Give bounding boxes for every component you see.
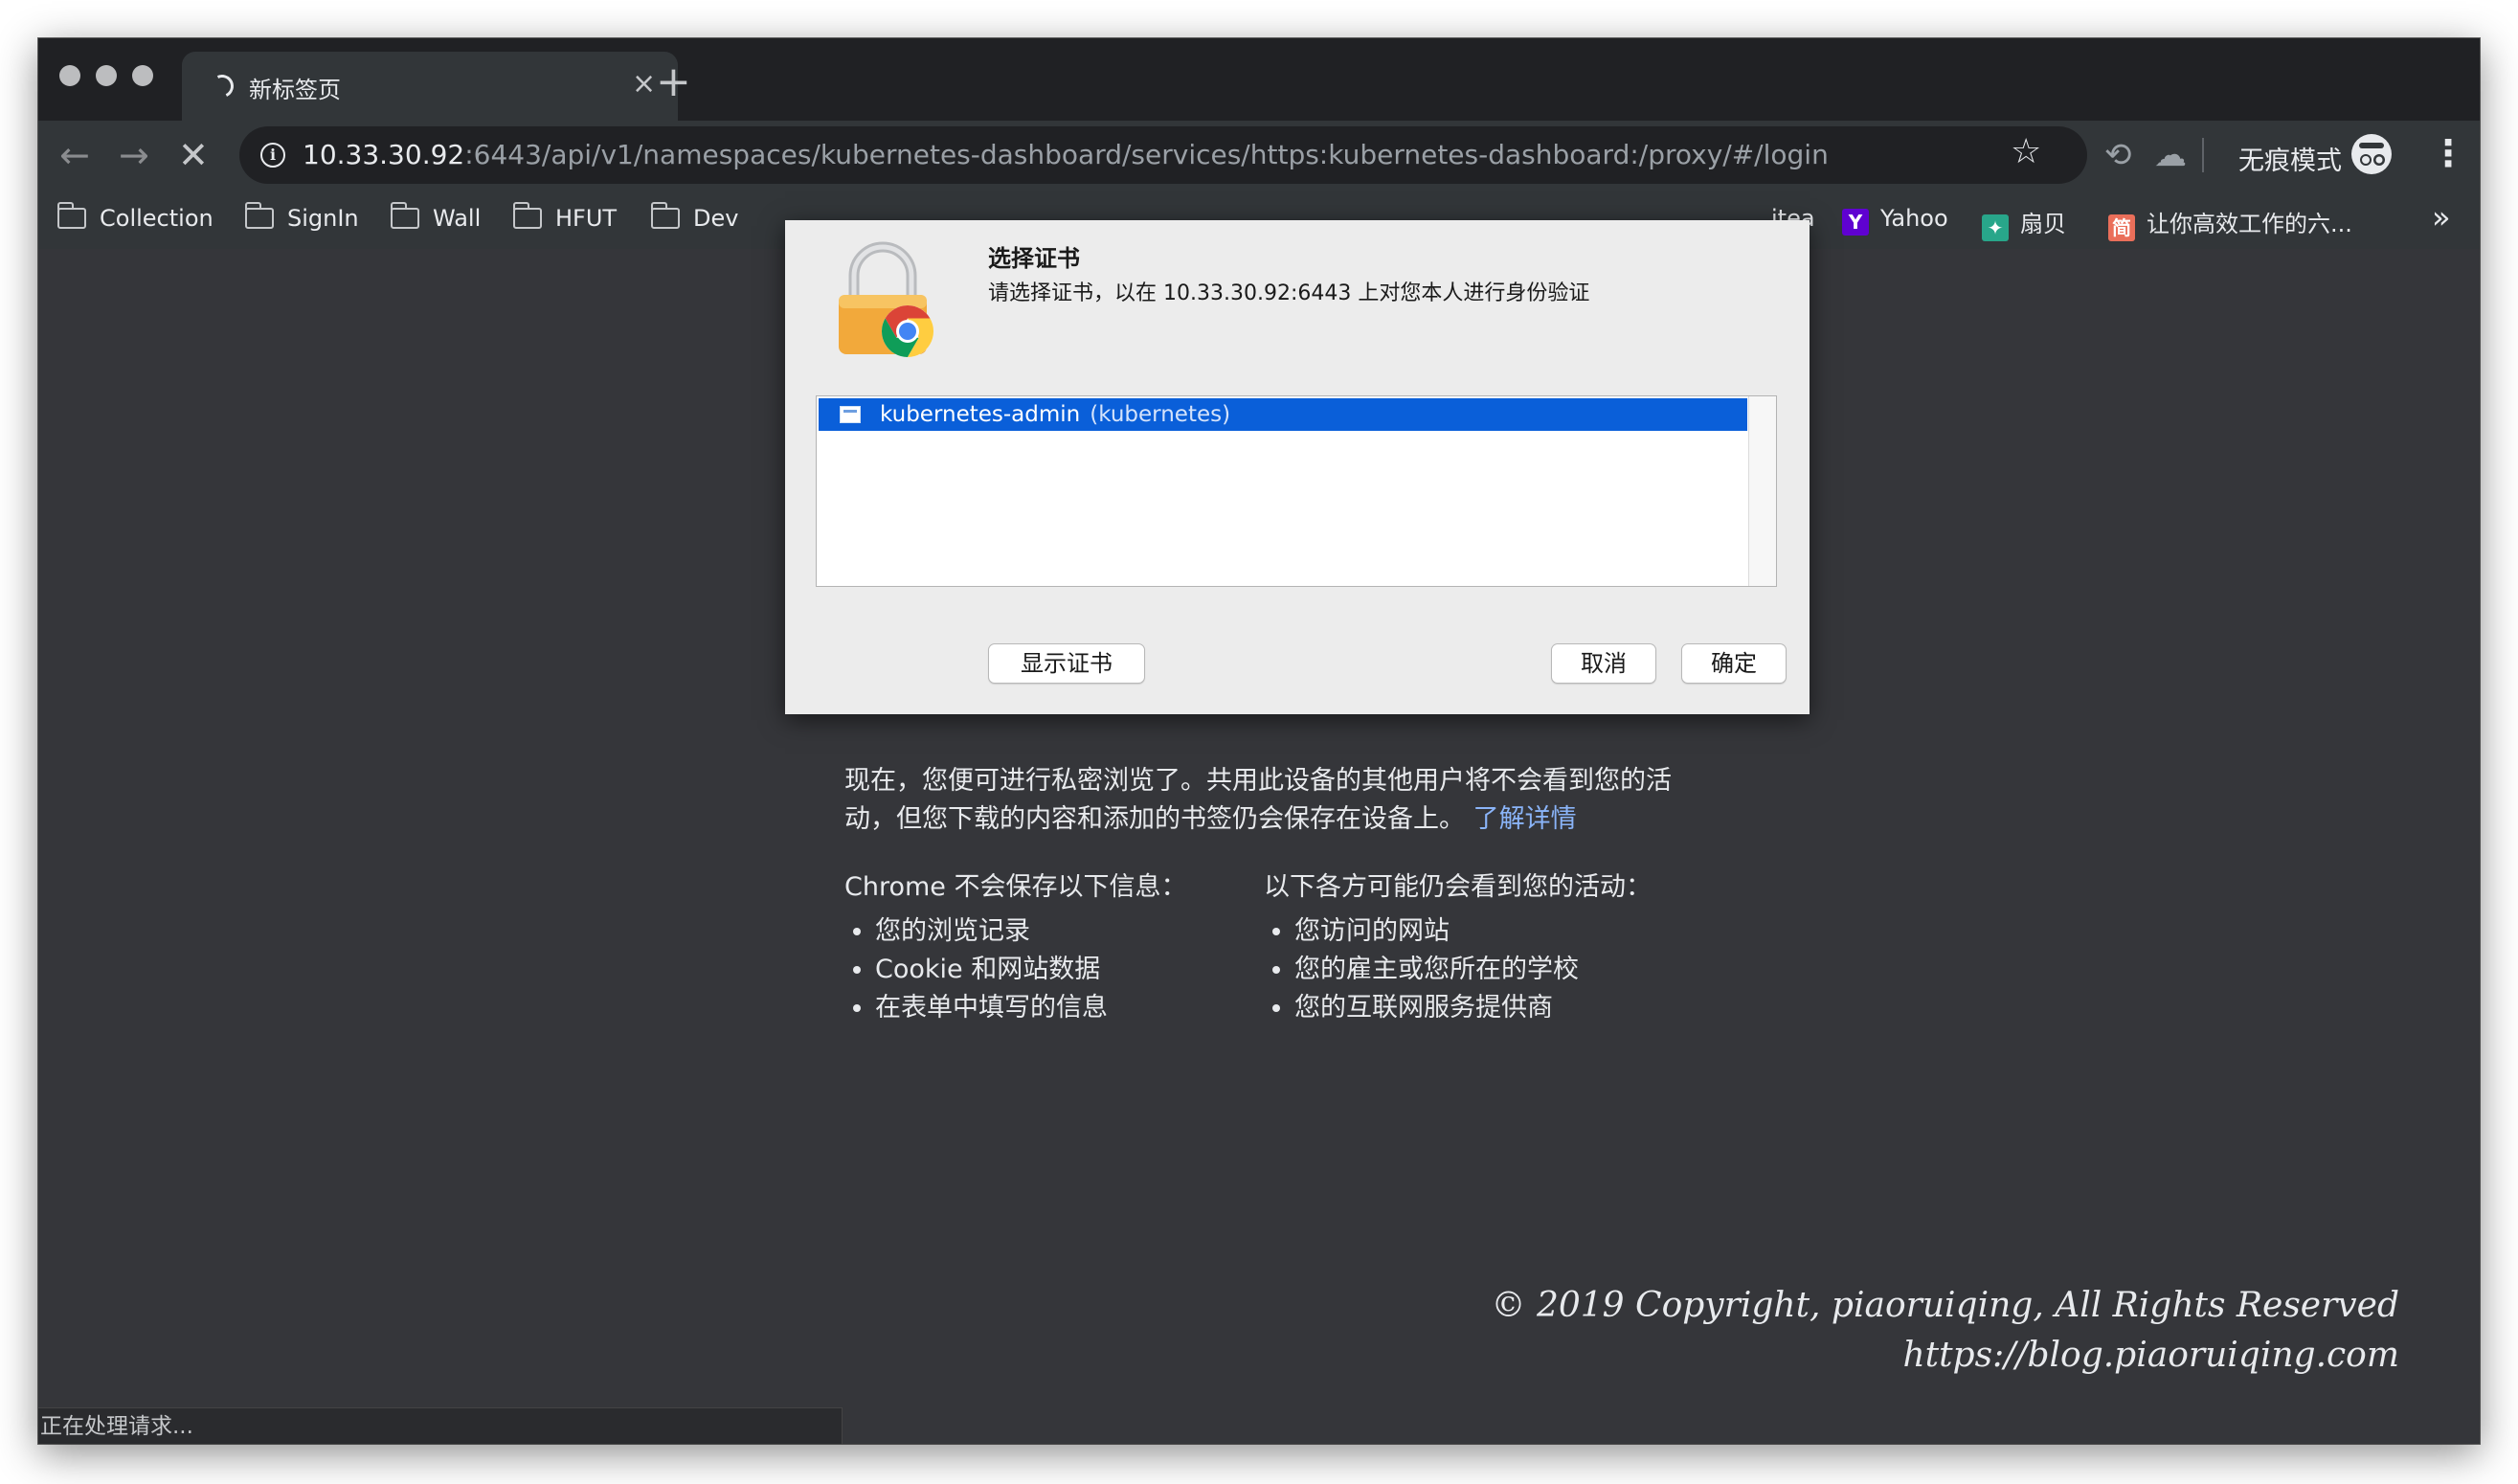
shanbay-icon: ✦ [1982, 214, 2009, 241]
close-tab-icon[interactable]: × [632, 65, 656, 103]
certificate-name: kubernetes-admin [880, 402, 1081, 427]
not-saved-heading: Chrome 不会保存以下信息： [844, 872, 1187, 902]
folder-icon [56, 202, 86, 229]
cancel-button[interactable]: 取消 [1551, 643, 1656, 684]
list-item: 在表单中填写的信息 [875, 989, 1187, 1027]
yahoo-icon: Y [1842, 209, 1869, 236]
tab-new-tab[interactable]: 新标签页 × [182, 52, 678, 121]
select-certificate-dialog: 选择证书 请选择证书，以在 10.33.30.92:6443 上对您本人进行身份… [785, 220, 1810, 714]
list-item: 您的雇主或您所在的学校 [1294, 951, 1652, 989]
folder-icon [390, 202, 419, 229]
site-info-icon[interactable]: i [260, 143, 285, 168]
menu-icon[interactable]: ⋮ [2430, 130, 2466, 176]
bookmark-collection[interactable]: Collection [56, 202, 214, 232]
folder-icon [650, 202, 680, 229]
stop-loading-button[interactable]: ✕ [178, 132, 209, 178]
list-item: 您的浏览记录 [875, 912, 1187, 951]
bookmark-star-icon[interactable]: ☆ [2011, 132, 2041, 171]
jianshu-icon: 简 [2108, 214, 2135, 241]
list-item: 您的互联网服务提供商 [1294, 989, 1652, 1027]
back-button[interactable]: ← [59, 132, 90, 178]
history-icon[interactable]: ⟲ [2104, 134, 2132, 176]
learn-more-link[interactable]: 了解详情 [1473, 804, 1577, 834]
show-certificate-button[interactable]: 显示证书 [988, 643, 1145, 684]
copyright-watermark: © 2019 Copyright, piaoruiqing, All Right… [1491, 1286, 2399, 1375]
dialog-message: 请选择证书，以在 10.33.30.92:6443 上对您本人进行身份验证 [988, 281, 1590, 305]
address-bar[interactable]: i 10.33.30.92:6443/api/v1/namespaces/kub… [239, 126, 2087, 184]
incognito-label[interactable]: 无痕模式 [2238, 140, 2342, 177]
bookmark-hfut[interactable]: HFUT [512, 202, 617, 232]
certificate-list[interactable]: kubernetes-admin (kubernetes) [816, 395, 1777, 587]
folder-icon [512, 202, 542, 229]
visible-heading: 以下各方可能仍会看到您的活动： [1264, 872, 1652, 902]
close-window-button[interactable] [59, 65, 80, 86]
bookmark-shanbay[interactable]: ✦ 扇贝 [1982, 205, 2066, 241]
visible-section: 以下各方可能仍会看到您的活动： 您访问的网站 您的雇主或您所在的学校 您的互联网… [1264, 866, 1652, 1027]
url-text[interactable]: 10.33.30.92:6443/api/v1/namespaces/kuber… [303, 139, 1829, 170]
ok-button[interactable]: 确定 [1681, 643, 1787, 684]
status-bar: 正在处理请求... [38, 1407, 843, 1444]
not-saved-section: Chrome 不会保存以下信息： 您的浏览记录 Cookie 和网站数据 在表单… [844, 866, 1187, 1027]
tab-title: 新标签页 [249, 77, 341, 103]
incognito-icon[interactable] [2351, 134, 2392, 174]
bookmark-jianshu[interactable]: 简让你高效工作的六... [2108, 205, 2352, 241]
chrome-lock-icon [839, 241, 934, 357]
loading-spinner-icon [207, 71, 237, 101]
extension-icon[interactable]: ☁ [2154, 134, 2187, 176]
new-tab-button[interactable]: + [656, 61, 691, 103]
zoom-window-button[interactable] [132, 65, 153, 86]
incognito-intro: 现在，您便可进行私密浏览了。共用此设备的其他用户将不会看到您的活动，但您下载的内… [844, 766, 1672, 834]
bookmarks-overflow-button[interactable]: » [2432, 199, 2451, 236]
browser-window: 新标签页 × + ← → ✕ i 10.33.30.92:6443/api/v1… [38, 38, 2480, 1444]
bookmark-dev[interactable]: Dev [650, 202, 738, 232]
bookmark-yahoo[interactable]: Y Yahoo [1842, 205, 1948, 236]
toolbar: ← → ✕ i 10.33.30.92:6443/api/v1/namespac… [38, 121, 2480, 190]
list-item: Cookie 和网站数据 [875, 951, 1187, 989]
toolbar-separator [2202, 138, 2204, 172]
bookmark-wall[interactable]: Wall [390, 202, 481, 232]
bookmark-signin[interactable]: SignIn [244, 202, 359, 232]
dialog-title: 选择证书 [988, 245, 1080, 272]
certificate-issuer: (kubernetes) [1090, 402, 1231, 427]
minimize-window-button[interactable] [96, 65, 117, 86]
list-item: 您访问的网站 [1294, 912, 1652, 951]
certificate-row[interactable]: kubernetes-admin (kubernetes) [819, 398, 1747, 431]
forward-button[interactable]: → [119, 132, 149, 178]
folder-icon [244, 202, 274, 229]
tab-strip: 新标签页 × + [38, 38, 2480, 121]
certificate-icon [840, 406, 861, 423]
list-scrollbar[interactable] [1748, 396, 1776, 586]
